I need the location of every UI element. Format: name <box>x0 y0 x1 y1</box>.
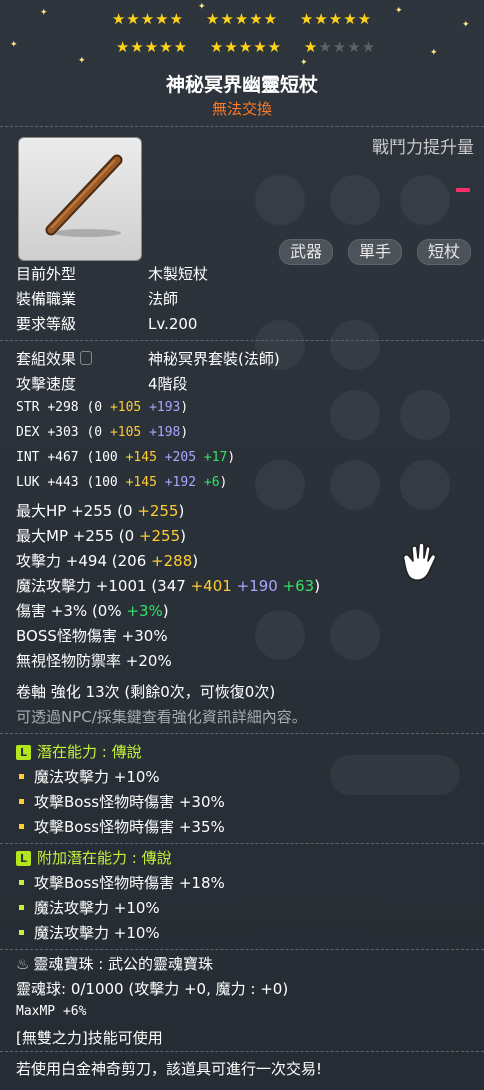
star-force-row-2: ★★★★★ ★★★★★ ★★★★★ <box>0 38 484 56</box>
stat-magic-attack: 魔法攻擊力 +1001 (347 +401 +190 +63) <box>16 577 321 595</box>
bonus-potential-line: 魔法攻擊力 +10% <box>16 922 160 943</box>
info-job: 裝備職業 法師 <box>16 290 179 308</box>
stat-luk: LUK +443 (100 +145 +192 +6) <box>16 475 228 490</box>
star-icon-group: ★★★★★ <box>209 38 283 56</box>
star-icon-group: ★★★★★ <box>205 10 279 28</box>
legendary-badge-icon: L <box>16 745 31 760</box>
star-icon-group: ★★★★★ <box>115 38 189 56</box>
star-icon-group: ★ <box>303 38 319 56</box>
star-force-row-1: ★★★★★ ★★★★★ ★★★★★ <box>0 10 484 28</box>
tag-weapon: 武器 <box>279 239 334 265</box>
bullet-icon <box>19 823 24 829</box>
bullet-icon <box>19 879 24 885</box>
bullet-icon <box>19 798 24 804</box>
trade-status: 無法交換 <box>211 100 272 118</box>
stat-damage: 傷害 +3% (0% +3%) <box>16 602 169 620</box>
potential-title: L 潛在能力 : 傳說 <box>16 741 142 762</box>
set-effect: 套組效果 神秘冥界套裝(法師) <box>16 350 280 368</box>
lock-icon <box>80 351 93 365</box>
bullet-icon <box>19 773 24 779</box>
soul-flame-icon: ♨ <box>16 955 30 973</box>
star-icon-group: ★★★★★ <box>111 10 185 28</box>
upgrade-hint: 可透過NPC/採集鍵查看強化資訊詳細內容。 <box>16 708 307 726</box>
star-icon-group: ★★★★★ <box>299 10 373 28</box>
stat-max-hp: 最大HP +255 (0 +255) <box>16 502 185 520</box>
soul-title: ♨ 靈魂寶珠 : 武公的靈魂寶珠 <box>16 955 214 973</box>
divider <box>0 949 484 951</box>
item-icon <box>18 137 142 261</box>
divider <box>0 340 484 342</box>
stat-str: STR +298 (0 +105 +193) <box>16 400 189 415</box>
combat-power-label: 戰鬥力提升量 <box>372 138 474 158</box>
item-name: 神秘冥界幽靈短杖 <box>165 74 318 96</box>
stat-attack: 攻擊力 +494 (206 +288) <box>16 552 199 570</box>
combat-power-change <box>456 188 470 192</box>
stat-boss-damage: BOSS怪物傷害 +30% <box>16 627 168 645</box>
info-appearance: 目前外型 木製短杖 <box>16 265 209 283</box>
potential-line: 攻擊Boss怪物時傷害 +30% <box>16 791 225 812</box>
trade-hint: 若使用白金神奇剪刀，該道具可進行一次交易! <box>16 1060 323 1078</box>
divider <box>0 843 484 845</box>
stat-max-mp: 最大MP +255 (0 +255) <box>16 527 186 545</box>
attack-speed: 攻擊速度 4階段 <box>16 375 188 393</box>
bonus-potential-title: L 附加潛在能力 : 傳說 <box>16 847 172 868</box>
legendary-badge-icon: L <box>16 851 31 866</box>
soul-stat: MaxMP +6% <box>16 1004 87 1019</box>
staff-icon <box>45 154 123 237</box>
bullet-icon <box>19 904 24 910</box>
empty-star-icon-group: ★★★★ <box>318 38 377 56</box>
tag-one-handed: 單手 <box>348 239 403 265</box>
scroll-upgrade-info: 卷軸 強化 13次 (剩餘0次，可恢復0次) <box>16 683 276 701</box>
bullet-icon <box>19 929 24 935</box>
bonus-potential-line: 魔法攻擊力 +10% <box>16 897 160 918</box>
potential-line: 魔法攻擊力 +10% <box>16 766 160 787</box>
stat-int: INT +467 (100 +145 +205 +17) <box>16 450 236 465</box>
item-tooltip: ✦ ✦ ✦ ✦ ✦ ✦ ✦ ✦ ★★★★★ ★★★★★ ★★★★★ ★★★★★ … <box>0 0 484 1090</box>
potential-line: 攻擊Boss怪物時傷害 +35% <box>16 816 225 837</box>
bonus-potential-line: 攻擊Boss怪物時傷害 +18% <box>16 872 225 893</box>
stat-ignore-defense: 無視怪物防禦率 +20% <box>16 652 172 670</box>
info-required-level: 要求等級 Lv.200 <box>16 315 198 333</box>
soul-skill: [無雙之力]技能可使用 <box>16 1029 163 1047</box>
stat-dex: DEX +303 (0 +105 +198) <box>16 425 189 440</box>
soul-gauge: 靈魂球: 0/1000 (攻擊力 +0, 魔力 : +0) <box>16 980 289 998</box>
divider <box>0 1051 484 1053</box>
hand-cursor-icon <box>402 542 437 581</box>
divider <box>0 126 484 128</box>
tag-short-staff: 短杖 <box>417 239 472 265</box>
divider <box>0 733 484 735</box>
